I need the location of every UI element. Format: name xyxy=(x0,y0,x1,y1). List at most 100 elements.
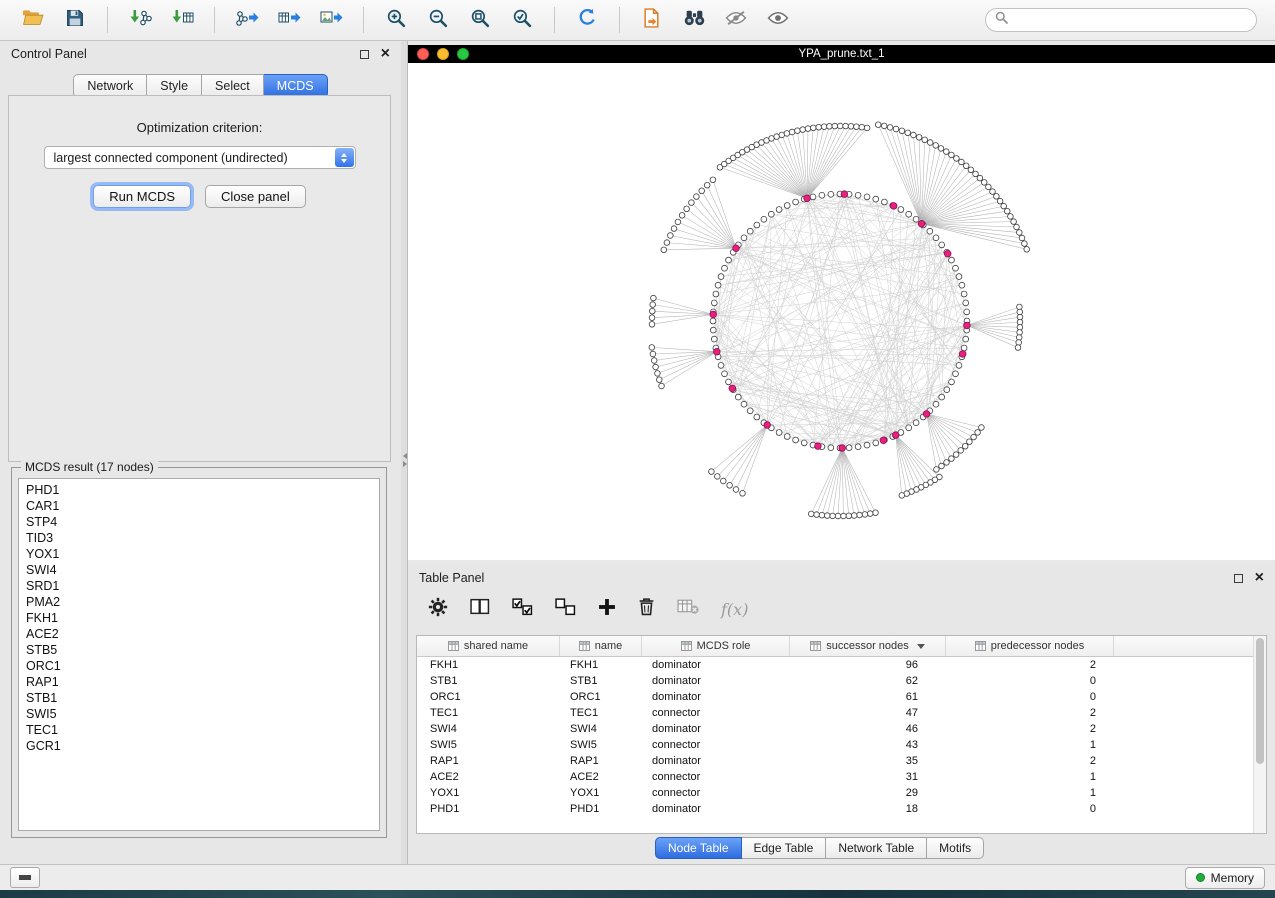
cell-pred[interactable]: 2 xyxy=(946,723,1114,735)
search-input[interactable] xyxy=(1014,12,1247,28)
list-item[interactable]: TEC1 xyxy=(26,722,379,738)
cell-pred[interactable]: 1 xyxy=(946,771,1114,783)
cell-shared-name[interactable]: ORC1 xyxy=(417,691,560,703)
cell-succ[interactable]: 61 xyxy=(790,691,946,703)
cell-role[interactable]: dominator xyxy=(642,723,790,735)
cell-name[interactable]: ACE2 xyxy=(560,771,642,783)
cell-shared-name[interactable]: SWI5 xyxy=(417,739,560,751)
zoom-in-button[interactable] xyxy=(377,4,415,36)
cell-shared-name[interactable]: STB1 xyxy=(417,675,560,687)
table-row[interactable]: ORC1ORC1dominator610 xyxy=(417,689,1266,705)
cell-name[interactable]: STB1 xyxy=(560,675,642,687)
list-item[interactable]: STB5 xyxy=(26,642,379,658)
show-panels-menu-button[interactable] xyxy=(10,867,40,888)
show-all-button[interactable] xyxy=(759,4,797,36)
column-header-predecessor-nodes[interactable]: predecessor nodes xyxy=(946,636,1114,656)
collapse-left-icon[interactable] xyxy=(403,453,407,459)
cell-shared-name[interactable]: TEC1 xyxy=(417,707,560,719)
table-scrollbar[interactable] xyxy=(1253,636,1266,833)
cell-pred[interactable]: 0 xyxy=(946,675,1114,687)
list-item[interactable]: ACE2 xyxy=(26,626,379,642)
cell-pred[interactable]: 0 xyxy=(946,803,1114,815)
list-item[interactable]: STP4 xyxy=(26,514,379,530)
table-row[interactable]: STB1STB1dominator620 xyxy=(417,673,1266,689)
table-row[interactable]: FKH1FKH1dominator962 xyxy=(417,657,1266,673)
cell-succ[interactable]: 18 xyxy=(790,803,946,815)
network-window-titlebar[interactable]: YPA_prune.txt_1 xyxy=(408,45,1275,63)
cell-pred[interactable]: 2 xyxy=(946,659,1114,671)
cell-name[interactable]: SWI4 xyxy=(560,723,642,735)
cell-role[interactable]: dominator xyxy=(642,755,790,767)
cell-shared-name[interactable]: YOX1 xyxy=(417,787,560,799)
cell-succ[interactable]: 47 xyxy=(790,707,946,719)
hide-columns-button[interactable] xyxy=(677,598,699,620)
close-window-icon[interactable] xyxy=(417,48,429,60)
cell-succ[interactable]: 46 xyxy=(790,723,946,735)
import-table-file-button[interactable] xyxy=(163,4,201,36)
scrollbar-thumb[interactable] xyxy=(1256,638,1264,764)
cell-succ[interactable]: 31 xyxy=(790,771,946,783)
cell-name[interactable]: ORC1 xyxy=(560,691,642,703)
cell-shared-name[interactable]: ACE2 xyxy=(417,771,560,783)
show-column-dialog-button[interactable] xyxy=(470,598,490,620)
cell-pred[interactable]: 2 xyxy=(946,707,1114,719)
table-row[interactable]: YOX1YOX1connector291 xyxy=(417,785,1266,801)
list-item[interactable]: PMA2 xyxy=(26,594,379,610)
close-panel-button[interactable]: Close panel xyxy=(205,185,306,208)
deselect-all-rows-button[interactable] xyxy=(555,598,576,621)
column-header-shared-name[interactable]: shared name xyxy=(417,636,560,656)
open-file-button[interactable] xyxy=(14,4,52,36)
cell-role[interactable]: dominator xyxy=(642,803,790,815)
cell-role[interactable]: connector xyxy=(642,707,790,719)
cell-name[interactable]: FKH1 xyxy=(560,659,642,671)
export-image-button[interactable] xyxy=(312,4,350,36)
first-neighbors-button[interactable] xyxy=(675,4,713,36)
tab-node-table[interactable]: Node Table xyxy=(655,837,742,859)
list-item[interactable]: ORC1 xyxy=(26,658,379,674)
tab-motifs[interactable]: Motifs xyxy=(927,837,984,859)
cell-pred[interactable]: 1 xyxy=(946,739,1114,751)
tab-edge-table[interactable]: Edge Table xyxy=(742,837,827,859)
zoom-selected-button[interactable] xyxy=(503,4,541,36)
function-builder-button[interactable]: f(x) xyxy=(721,600,748,619)
list-item[interactable]: CAR1 xyxy=(26,498,379,514)
network-canvas[interactable] xyxy=(408,63,1275,560)
column-header-name[interactable]: name xyxy=(560,636,642,656)
export-network-button[interactable] xyxy=(228,4,266,36)
column-header-mcds-role[interactable]: MCDS role xyxy=(642,636,790,656)
cell-succ[interactable]: 62 xyxy=(790,675,946,687)
minimize-window-icon[interactable] xyxy=(437,48,449,60)
cell-succ[interactable]: 43 xyxy=(790,739,946,751)
zoom-fit-button[interactable] xyxy=(461,4,499,36)
cell-role[interactable]: connector xyxy=(642,771,790,783)
float-panel-icon[interactable] xyxy=(1234,574,1243,583)
run-mcds-button[interactable]: Run MCDS xyxy=(93,185,191,208)
delete-column-button[interactable] xyxy=(638,597,655,621)
cell-role[interactable]: connector xyxy=(642,787,790,799)
zoom-out-button[interactable] xyxy=(419,4,457,36)
create-column-button[interactable] xyxy=(598,598,616,621)
table-row[interactable]: PHD1PHD1dominator180 xyxy=(417,801,1266,817)
cell-pred[interactable]: 0 xyxy=(946,691,1114,703)
table-row[interactable]: ACE2ACE2connector311 xyxy=(417,769,1266,785)
float-panel-icon[interactable] xyxy=(360,50,369,59)
search-box[interactable] xyxy=(985,8,1257,32)
table-row[interactable]: SWI4SWI4dominator462 xyxy=(417,721,1266,737)
column-header-successor-nodes[interactable]: successor nodes xyxy=(790,636,946,656)
list-item[interactable]: PHD1 xyxy=(26,482,379,498)
vertical-splitter[interactable] xyxy=(401,41,408,864)
cell-shared-name[interactable]: RAP1 xyxy=(417,755,560,767)
cell-name[interactable]: RAP1 xyxy=(560,755,642,767)
cell-shared-name[interactable]: SWI4 xyxy=(417,723,560,735)
table-row[interactable]: SWI5SWI5connector431 xyxy=(417,737,1266,753)
table-settings-button[interactable] xyxy=(428,597,448,622)
tab-network-table[interactable]: Network Table xyxy=(826,837,927,859)
cell-name[interactable]: PHD1 xyxy=(560,803,642,815)
cell-shared-name[interactable]: PHD1 xyxy=(417,803,560,815)
splitter-handle[interactable] xyxy=(401,453,408,467)
mcds-result-list[interactable]: PHD1CAR1STP4TID3YOX1SWI4SRD1PMA2FKH1ACE2… xyxy=(18,478,380,831)
cell-succ[interactable]: 29 xyxy=(790,787,946,799)
list-item[interactable]: FKH1 xyxy=(26,610,379,626)
memory-button[interactable]: Memory xyxy=(1185,867,1265,889)
select-all-rows-button[interactable] xyxy=(512,598,533,621)
